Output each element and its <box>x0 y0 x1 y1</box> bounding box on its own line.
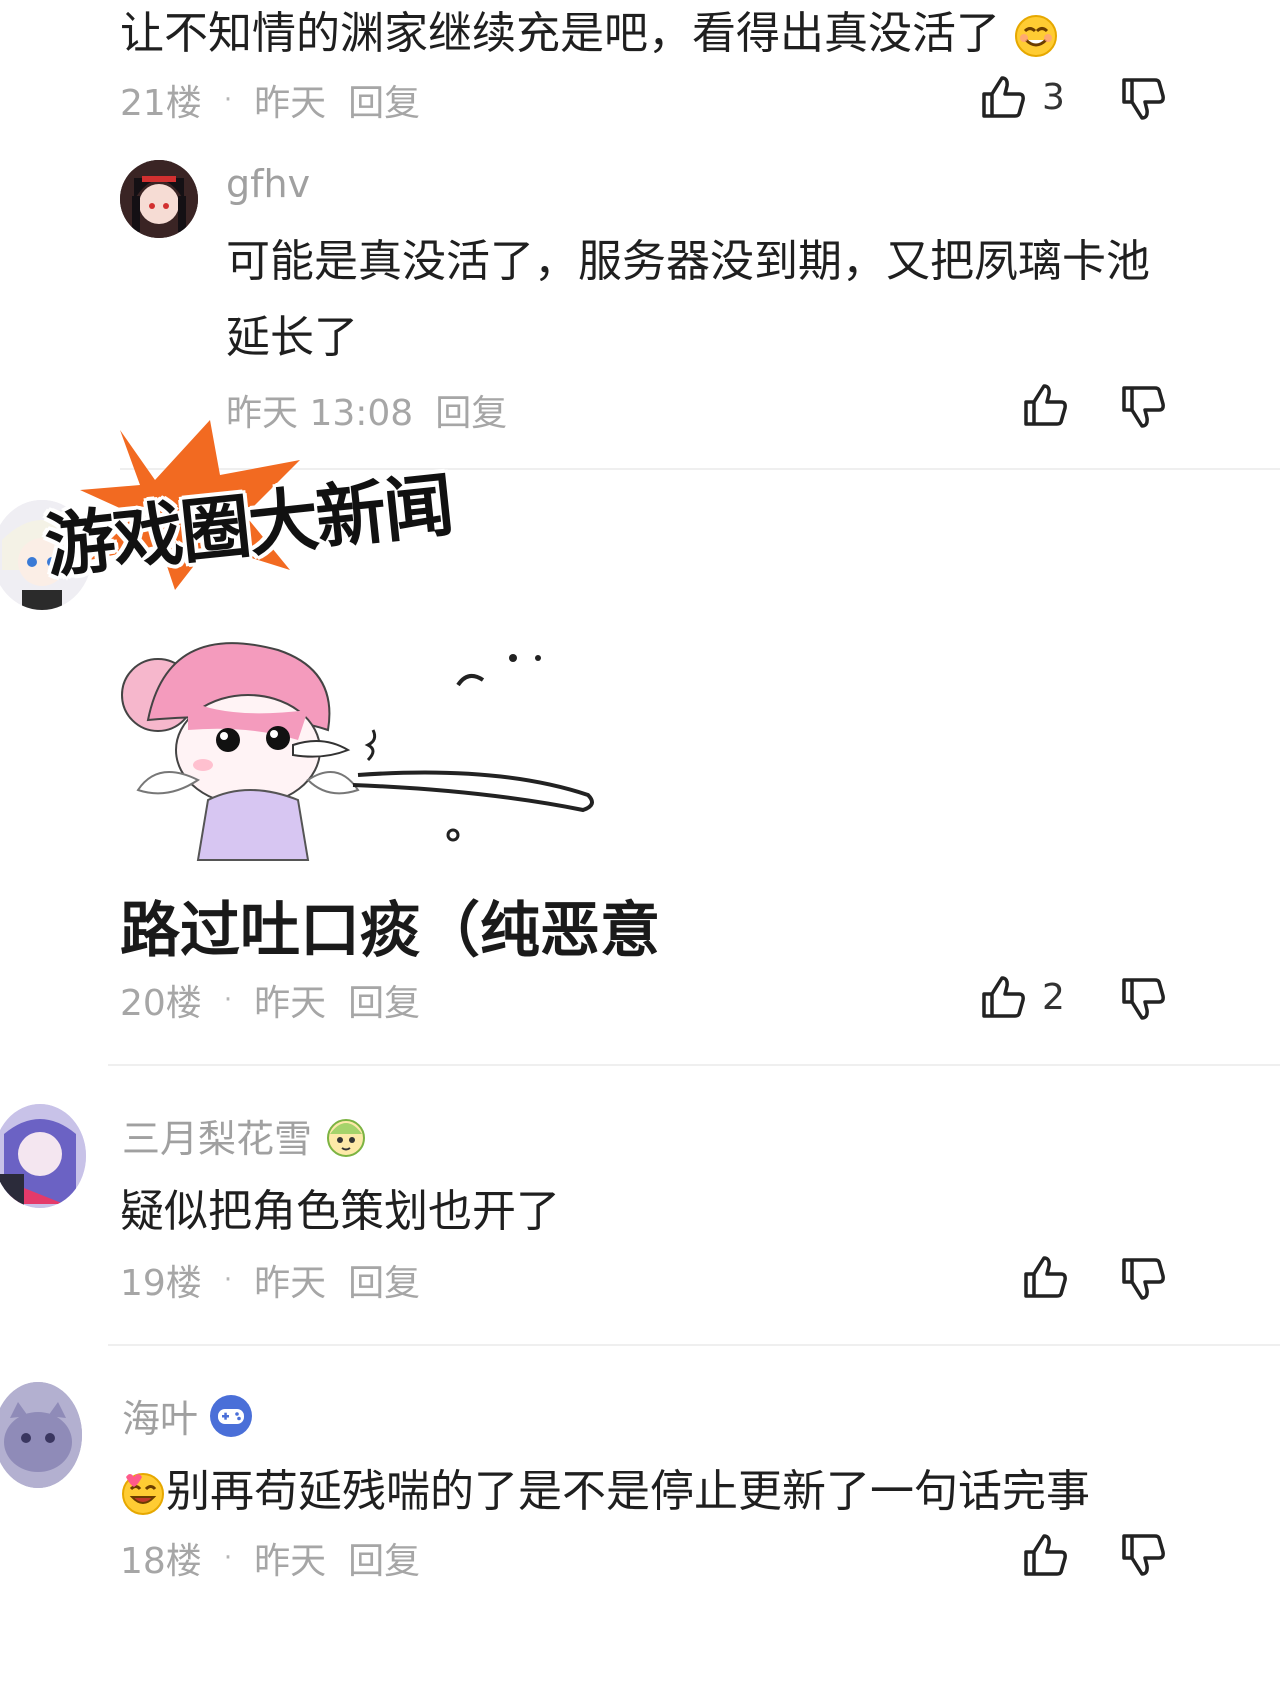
thumbs-down-icon[interactable] <box>1118 974 1168 1024</box>
avatar-commenter-19[interactable] <box>0 1104 86 1208</box>
avatar-image <box>120 160 198 238</box>
reply-button[interactable]: 回复 <box>348 74 420 126</box>
thumbs-up-icon[interactable] <box>1020 1252 1070 1302</box>
comment-19-text: 疑似把角色策划也开了 <box>120 1186 560 1237</box>
comment-18-meta: 18楼 · 昨天 回复 <box>120 1532 420 1584</box>
reply-button[interactable]: 回复 <box>435 384 507 436</box>
thumbs-up-icon[interactable] <box>978 972 1028 1022</box>
comment-21-text: 让不知情的渊家继续充是吧，看得出真没活了 <box>120 2 1058 66</box>
reply-text: 可能是真没活了，服务器没到期，又把夙璃卡池 延长了 <box>226 230 1150 370</box>
comment-20-text: 路过吐口痰（纯恶意 <box>120 896 660 966</box>
thumbs-up-icon[interactable] <box>978 72 1028 122</box>
avatar-gfhv[interactable] <box>120 160 198 238</box>
avatar-image <box>0 1382 82 1488</box>
time-label: 昨天 <box>254 983 327 1024</box>
divider <box>108 1064 1280 1066</box>
user-row: 三月梨花雪 <box>122 1108 370 1163</box>
avatar-commenter-18[interactable] <box>0 1382 82 1488</box>
thumbs-down-icon[interactable] <box>1118 1254 1168 1304</box>
floor-label: 21楼 <box>120 83 202 124</box>
separator: · <box>223 1543 233 1573</box>
floor-label: 19楼 <box>120 1263 202 1304</box>
comment-19-meta: 19楼 · 昨天 回复 <box>120 1254 420 1306</box>
thumbs-up-icon[interactable] <box>1020 380 1070 430</box>
reply-text-line: 可能是真没活了，服务器没到期，又把夙璃卡池 <box>226 236 1150 287</box>
user-row: 海叶 <box>122 1388 254 1443</box>
reply-button[interactable]: 回复 <box>348 974 420 1026</box>
divider <box>108 1344 1280 1346</box>
reply-username[interactable]: gfhv <box>226 162 310 206</box>
time-label: 昨天 <box>254 1541 327 1582</box>
comment-18-text: 别再苟延残喘的了是不是停止更新了一句话完事 <box>120 1460 1090 1524</box>
reply-text-line: 延长了 <box>226 312 358 363</box>
username[interactable]: 三月梨花雪 <box>122 1108 312 1163</box>
thumbs-down-icon[interactable] <box>1118 1530 1168 1580</box>
comment-21-meta: 21楼 · 昨天 回复 <box>120 74 420 126</box>
separator: · <box>223 1265 233 1295</box>
username[interactable]: 海叶 <box>122 1388 198 1443</box>
avatar-badge-icon <box>327 1118 366 1157</box>
separator: · <box>223 985 233 1015</box>
thumbs-down-icon[interactable] <box>1118 382 1168 432</box>
comment-20-meta: 20楼 · 昨天 回复 <box>120 974 420 1026</box>
like-group: 3 <box>978 72 1065 122</box>
sticker-image[interactable] <box>118 630 608 880</box>
smile-emoji <box>1015 15 1057 57</box>
time-label: 昨天 <box>254 1263 327 1304</box>
floor-label: 18楼 <box>120 1541 202 1582</box>
thumbs-up-icon[interactable] <box>1020 1530 1070 1580</box>
avatar-image <box>0 1104 86 1208</box>
gamepad-badge-icon <box>210 1394 253 1437</box>
reply-button[interactable]: 回复 <box>348 1254 420 1306</box>
floor-label: 20楼 <box>120 983 202 1024</box>
like-group: 2 <box>978 972 1065 1022</box>
reply-button[interactable]: 回复 <box>348 1532 420 1584</box>
separator: · <box>223 85 233 115</box>
time-label: 昨天 <box>254 83 327 124</box>
like-count: 2 <box>1042 976 1065 1018</box>
like-count: 3 <box>1042 76 1065 118</box>
grin-emoji <box>122 1473 164 1515</box>
thumbs-down-icon[interactable] <box>1118 74 1168 124</box>
